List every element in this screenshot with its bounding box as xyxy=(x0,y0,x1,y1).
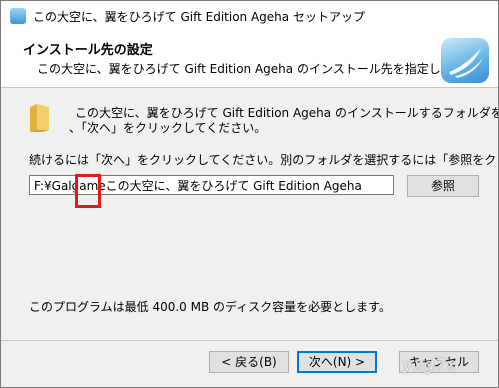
install-path-input[interactable] xyxy=(29,175,394,195)
instruction-text: 続けるには「次へ」をクリックしてください。別のフォルダを選択するには「参照をクリ… xyxy=(29,153,498,167)
next-button[interactable]: 次へ(N) > xyxy=(297,351,377,373)
intro-text-line2: 、「次へ」をクリックしてください。 xyxy=(69,121,267,135)
window-title: この大空に、翼をひろげて Gift Edition Ageha セットアップ xyxy=(33,10,365,24)
footer-divider xyxy=(1,340,498,341)
title-bar: この大空に、翼をひろげて Gift Edition Ageha セットアップ xyxy=(1,1,498,31)
back-button[interactable]: < 戻る(B) xyxy=(209,351,289,373)
page-title: インストール先の設定 xyxy=(23,43,153,58)
folder-icon xyxy=(30,104,49,132)
app-icon xyxy=(10,8,26,24)
page-subtitle: この大空に、翼をひろげて Gift Edition Ageha のインストール先… xyxy=(37,62,476,76)
browse-button[interactable]: 参照 xyxy=(407,175,479,197)
wizard-header: インストール先の設定 この大空に、翼をひろげて Gift Edition Age… xyxy=(1,31,498,88)
wing-logo-icon xyxy=(441,38,489,83)
setup-window: この大空に、翼をひろげて Gift Edition Ageha セットアップ イ… xyxy=(0,0,499,388)
watermark: yxg7x xyxy=(403,355,457,374)
disk-space-text: このプログラムは最低 400.0 MB のディスク容量を必要とします。 xyxy=(29,300,391,314)
